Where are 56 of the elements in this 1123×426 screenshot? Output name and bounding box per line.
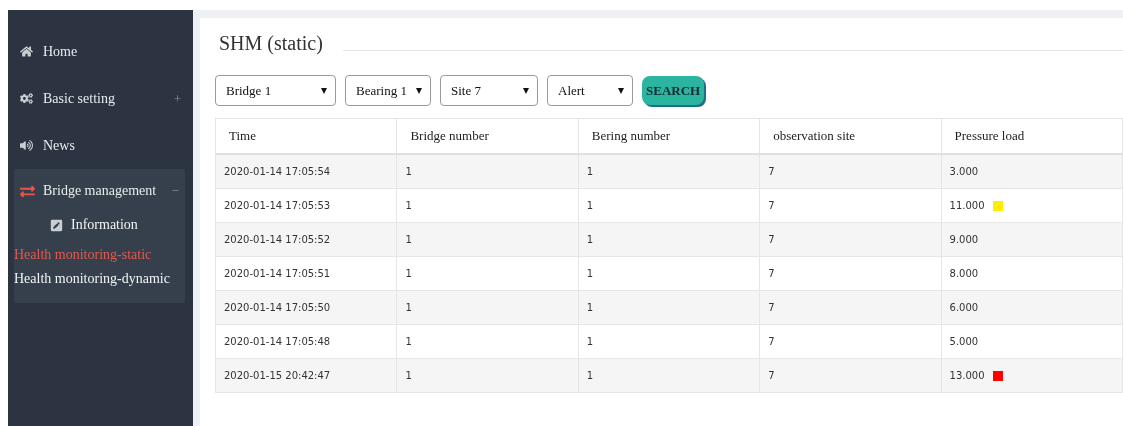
table-cell: 7 [759, 290, 942, 325]
table-cell: 2020-01-14 17:05:50 [215, 290, 397, 325]
table-cell: 2020-01-14 17:05:53 [215, 188, 397, 223]
table-cell: 1 [396, 256, 579, 291]
table-cell: 1 [578, 358, 760, 393]
table-cell: 1 [396, 154, 579, 189]
table-cell: 7 [759, 256, 942, 291]
nav-item[interactable]: Basic setting + [8, 75, 193, 122]
table-cell: 1 [396, 324, 579, 359]
table-cell: 1 [578, 324, 760, 359]
table-cell: 7 [759, 358, 942, 393]
table-cell: 2020-01-14 17:05:48 [215, 324, 397, 359]
table-cell: 1 [396, 222, 579, 257]
table-cell: 7 [759, 222, 942, 257]
swap-arrows-icon [20, 183, 35, 199]
table-cell: 7 [759, 324, 942, 359]
edit-icon [50, 218, 63, 232]
table-cell: 1 [396, 188, 579, 223]
nav-item[interactable]: Bridge management − [14, 175, 185, 207]
table-cell: 6.000 [941, 290, 1123, 325]
table-cell: 9.000 [941, 222, 1123, 257]
table-cell: 1 [578, 222, 760, 257]
table-cell: 7 [759, 188, 942, 223]
table-cell: 1 [578, 290, 760, 325]
table-cell: 2020-01-14 17:05:51 [215, 256, 397, 291]
table-cell: 1 [396, 358, 579, 393]
gears-icon [20, 92, 33, 105]
caret-icon [416, 87, 422, 94]
table-cell: 1 [578, 188, 760, 223]
caret-icon [618, 87, 624, 94]
filter-dropdown[interactable]: Bridge 1 [215, 75, 336, 106]
nav-item[interactable]: News [8, 122, 193, 169]
cell-value: 11.000 [949, 200, 985, 211]
caret-icon [523, 87, 529, 94]
caret-icon [321, 87, 327, 94]
table-cell: 1 [578, 154, 760, 189]
speaker-icon [20, 139, 33, 152]
table-cell: 1 [396, 290, 579, 325]
nav-subitem[interactable]: Information [14, 207, 185, 243]
table-cell: 7 [759, 154, 942, 189]
table-cell: 2020-01-15 20:42:47 [215, 358, 397, 393]
filter-dropdown[interactable]: Alert [547, 75, 633, 106]
table-cell: 2020-01-14 17:05:52 [215, 222, 397, 257]
cell-value: 13.000 [949, 370, 985, 381]
search-button[interactable]: SEARCH [642, 76, 705, 105]
table-cell: 1 [578, 256, 760, 291]
home-icon [20, 45, 33, 58]
filter-dropdown[interactable]: Bearing 1 [345, 75, 431, 106]
table-cell: 3.000 [941, 154, 1123, 189]
table-cell: 2020-01-14 17:05:54 [215, 154, 397, 189]
table-cell: 5.000 [941, 324, 1123, 359]
page-title: SHM (static) [218, 32, 324, 57]
nav-subitem[interactable]: Health monitoring-dynamic [14, 267, 185, 291]
filter-dropdown[interactable]: Site 7 [440, 75, 538, 106]
table-cell: 8.000 [941, 256, 1123, 291]
nav-item[interactable]: Home [8, 28, 193, 75]
